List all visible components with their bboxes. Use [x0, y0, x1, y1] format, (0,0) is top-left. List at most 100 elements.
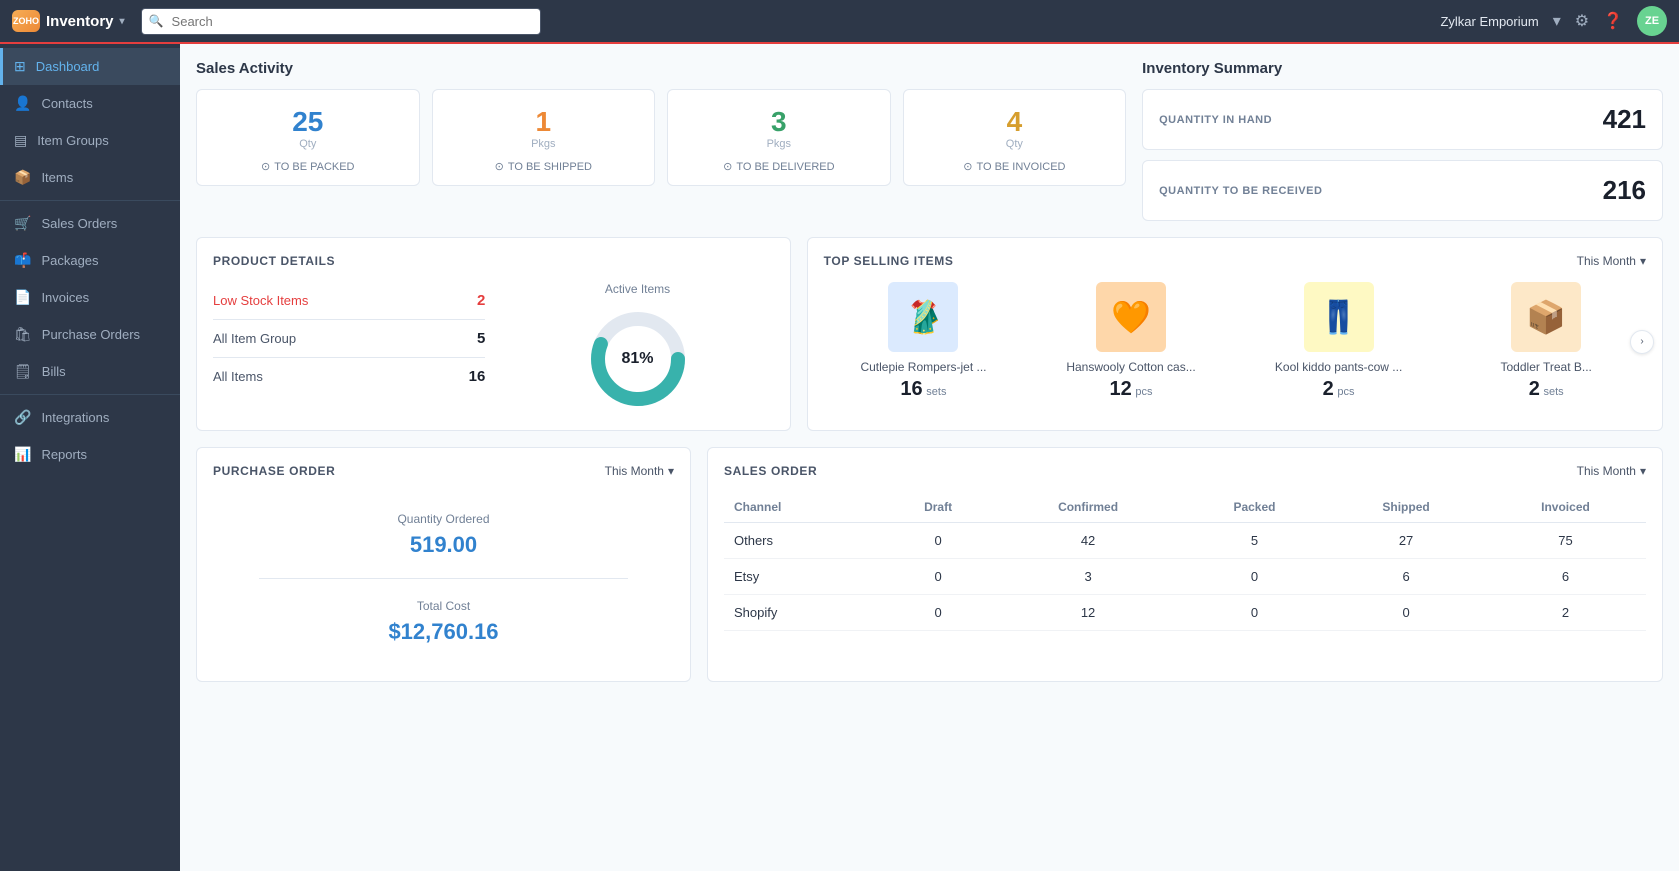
- item-name-4: Toddler Treat B...: [1446, 360, 1646, 374]
- inventory-summary-cards: QUANTITY IN HAND 421 QUANTITY TO BE RECE…: [1142, 89, 1663, 221]
- low-stock-value: 2: [477, 292, 485, 309]
- packed-label: ⊙ TO BE PACKED: [209, 160, 407, 173]
- sales-order-header: SALES ORDER This Month ▾: [724, 464, 1646, 478]
- middle-row: PRODUCT DETAILS Low Stock Items 2 All It…: [196, 237, 1663, 431]
- stat-row-low-stock[interactable]: Low Stock Items 2: [213, 282, 485, 320]
- sales-activity-title: Sales Activity: [196, 60, 1126, 77]
- sidebar-item-reports[interactable]: 📊 Reports: [0, 436, 180, 473]
- inv-in-hand-label: QUANTITY IN HAND: [1159, 114, 1272, 126]
- top-selling-item-2[interactable]: 🧡 Hanswooly Cotton cas... 12 pcs: [1031, 282, 1231, 401]
- carousel-next-button[interactable]: ›: [1630, 330, 1654, 354]
- delivered-label: ⊙ TO BE DELIVERED: [680, 160, 878, 173]
- top-selling-period-select[interactable]: This Month ▾: [1577, 254, 1646, 268]
- invoiced-etsy: 6: [1485, 559, 1646, 595]
- invoices-icon: 📄: [14, 289, 31, 306]
- avatar[interactable]: ZE: [1637, 6, 1667, 36]
- packed-shopify: 0: [1182, 595, 1327, 631]
- invoiced-value: 4: [916, 106, 1114, 138]
- po-quantity-stat: Quantity Ordered 519.00: [397, 512, 489, 558]
- po-chevron-icon: ▾: [668, 464, 674, 478]
- top-selling-header: TOP SELLING ITEMS This Month ▾: [824, 254, 1646, 268]
- sidebar-item-contacts[interactable]: 👤 Contacts: [0, 85, 180, 122]
- activity-card-invoiced[interactable]: 4 Qty ⊙ TO BE INVOICED: [903, 89, 1127, 186]
- col-invoiced: Invoiced: [1485, 492, 1646, 523]
- all-items-value: 16: [469, 368, 486, 385]
- table-row[interactable]: Others 0 42 5 27 75: [724, 523, 1646, 559]
- sidebar-label-items: Items: [41, 170, 73, 185]
- top-selling-item-4[interactable]: 📦 Toddler Treat B... 2 sets: [1446, 282, 1646, 401]
- purchase-order-period-select[interactable]: This Month ▾: [605, 464, 674, 478]
- item-image-3: 👖: [1304, 282, 1374, 352]
- col-draft: Draft: [882, 492, 995, 523]
- sidebar-label-dashboard: Dashboard: [36, 59, 100, 74]
- sidebar-label-reports: Reports: [41, 447, 87, 462]
- delivered-value: 3: [680, 106, 878, 138]
- contacts-icon: 👤: [14, 95, 31, 112]
- item-group-value: 5: [477, 330, 485, 347]
- table-row[interactable]: Etsy 0 3 0 6 6: [724, 559, 1646, 595]
- po-quantity-value: 519.00: [397, 532, 489, 558]
- sidebar-divider-2: [0, 394, 180, 395]
- settings-icon[interactable]: ⚙: [1575, 11, 1589, 31]
- col-shipped: Shipped: [1327, 492, 1485, 523]
- item-qty-1: 16 sets: [824, 378, 1024, 401]
- sidebar-item-dashboard[interactable]: ⊞ Dashboard: [0, 48, 180, 85]
- sidebar-label-packages: Packages: [41, 253, 98, 268]
- channel-etsy: Etsy: [724, 559, 882, 595]
- item-name-2: Hanswooly Cotton cas...: [1031, 360, 1231, 374]
- po-cost-label: Total Cost: [388, 599, 498, 613]
- app-logo[interactable]: ZOHO Inventory ▾: [12, 10, 125, 32]
- sales-order-period-select[interactable]: This Month ▾: [1577, 464, 1646, 478]
- top-selling-item-3[interactable]: 👖 Kool kiddo pants-cow ... 2 pcs: [1239, 282, 1439, 401]
- sidebar-label-purchase-orders: Purchase Orders: [42, 327, 140, 342]
- purchase-order-title: PURCHASE ORDER: [213, 464, 335, 478]
- stat-row-item-group: All Item Group 5: [213, 320, 485, 358]
- low-stock-label: Low Stock Items: [213, 293, 308, 308]
- channel-shopify: Shopify: [724, 595, 882, 631]
- inventory-summary-section: Inventory Summary QUANTITY IN HAND 421 Q…: [1142, 60, 1663, 221]
- company-name: Zylkar Emporium: [1440, 14, 1538, 29]
- item-image-2: 🧡: [1096, 282, 1166, 352]
- sidebar-item-invoices[interactable]: 📄 Invoices: [0, 279, 180, 316]
- item-image-1: 🥻: [888, 282, 958, 352]
- inv-card-in-hand[interactable]: QUANTITY IN HAND 421: [1142, 89, 1663, 150]
- bills-icon: 🗒: [14, 363, 32, 380]
- table-row[interactable]: Shopify 0 12 0 0 2: [724, 595, 1646, 631]
- sales-order-card: SALES ORDER This Month ▾ Channel Draft C…: [707, 447, 1663, 682]
- invoiced-label: ⊙ TO BE INVOICED: [916, 160, 1114, 173]
- po-divider: [259, 578, 628, 579]
- table-header-row: Channel Draft Confirmed Packed Shipped I…: [724, 492, 1646, 523]
- sidebar-label-item-groups: Item Groups: [37, 133, 109, 148]
- activity-card-packed[interactable]: 25 Qty ⊙ TO BE PACKED: [196, 89, 420, 186]
- top-selling-card: TOP SELLING ITEMS This Month ▾ 🥻 Cutlepi…: [807, 237, 1663, 431]
- sidebar-item-purchase-orders[interactable]: 🛍 Purchase Orders: [0, 316, 180, 353]
- invoiced-icon: ⊙: [963, 160, 972, 173]
- top-selling-item-1[interactable]: 🥻 Cutlepie Rompers-jet ... 16 sets: [824, 282, 1024, 401]
- inventory-summary-title: Inventory Summary: [1142, 60, 1663, 77]
- integrations-icon: 🔗: [14, 409, 31, 426]
- sidebar-item-sales-orders[interactable]: 🛒 Sales Orders: [0, 205, 180, 242]
- col-channel: Channel: [724, 492, 882, 523]
- search-input[interactable]: [141, 8, 541, 35]
- sidebar-item-bills[interactable]: 🗒 Bills: [0, 353, 180, 390]
- help-icon[interactable]: ❓: [1603, 11, 1623, 31]
- sidebar-label-contacts: Contacts: [41, 96, 92, 111]
- sidebar-item-packages[interactable]: 📫 Packages: [0, 242, 180, 279]
- delivered-icon: ⊙: [723, 160, 732, 173]
- inv-card-to-receive[interactable]: QUANTITY TO BE RECEIVED 216: [1142, 160, 1663, 221]
- col-confirmed: Confirmed: [994, 492, 1181, 523]
- chevron-down-icon: ▾: [1640, 254, 1646, 268]
- purchase-orders-icon: 🛍: [14, 326, 32, 343]
- sidebar-item-integrations[interactable]: 🔗 Integrations: [0, 399, 180, 436]
- main-layout: ⊞ Dashboard 👤 Contacts ▤ Item Groups 📦 I…: [0, 44, 1679, 871]
- item-qty-2: 12 pcs: [1031, 378, 1231, 401]
- sidebar-item-items[interactable]: 📦 Items: [0, 159, 180, 196]
- purchase-order-card: PURCHASE ORDER This Month ▾ Quantity Ord…: [196, 447, 691, 682]
- activity-card-delivered[interactable]: 3 Pkgs ⊙ TO BE DELIVERED: [667, 89, 891, 186]
- activity-card-shipped[interactable]: 1 Pkgs ⊙ TO BE SHIPPED: [432, 89, 656, 186]
- packages-icon: 📫: [14, 252, 31, 269]
- sidebar-item-item-groups[interactable]: ▤ Item Groups: [0, 122, 180, 159]
- invoiced-shopify: 2: [1485, 595, 1646, 631]
- app-dropdown-icon[interactable]: ▾: [120, 16, 125, 27]
- company-dropdown-icon[interactable]: ▾: [1553, 11, 1561, 31]
